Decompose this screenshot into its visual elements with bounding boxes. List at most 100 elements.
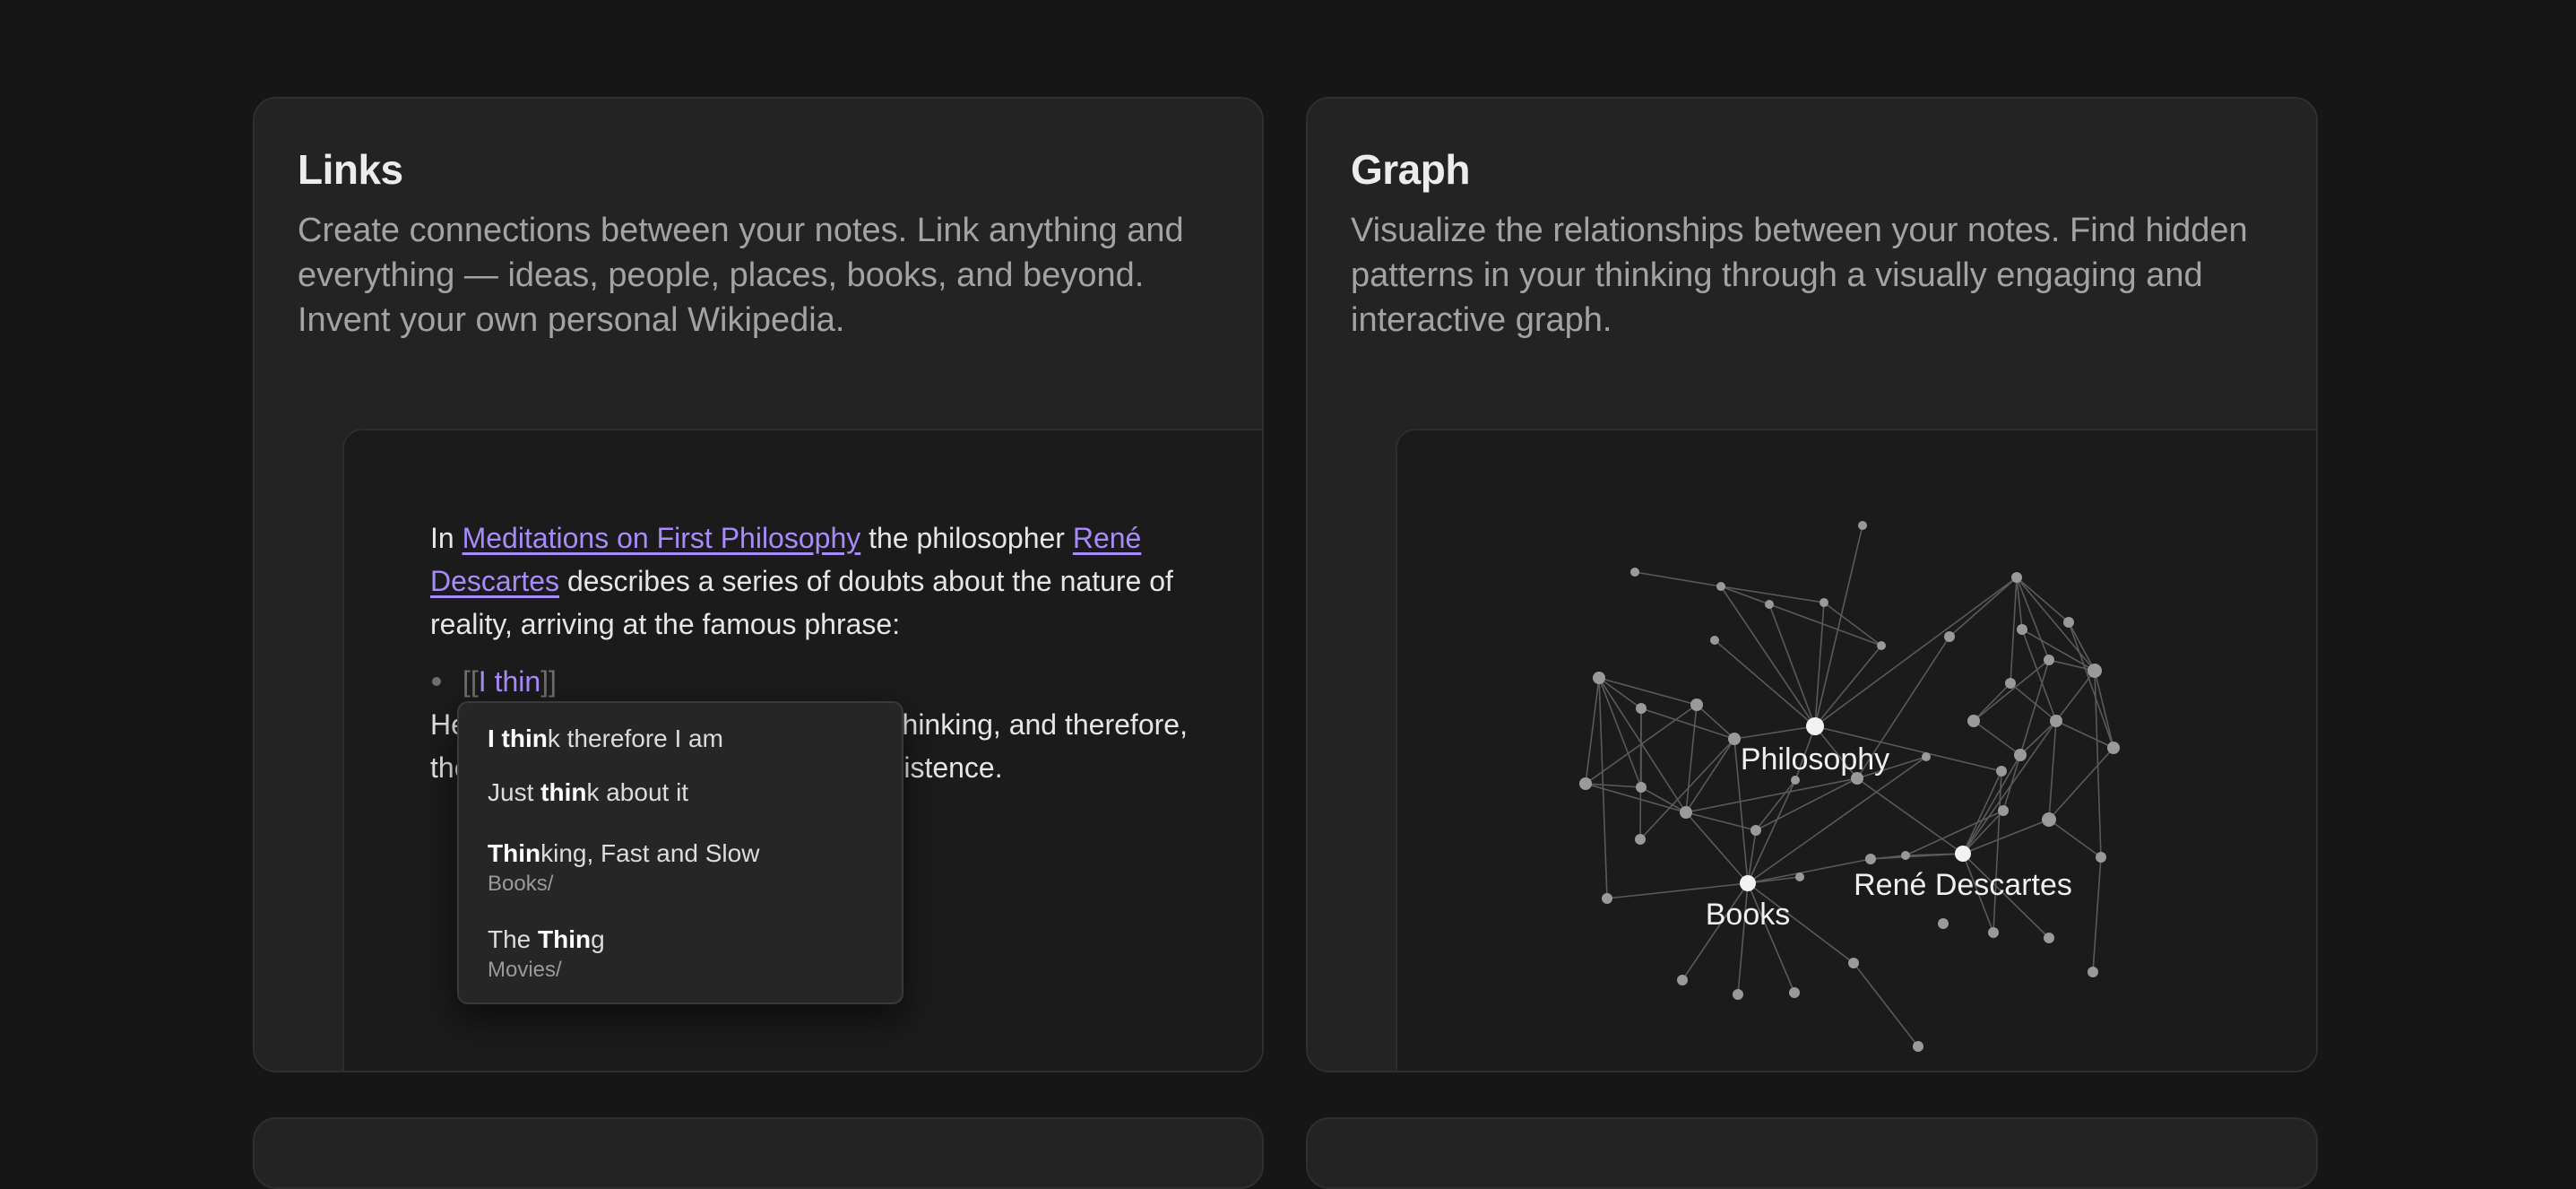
graph-node[interactable] [2042,812,2056,827]
graph-edge [1685,811,1749,884]
graph-edge [1640,786,1687,813]
graph-node[interactable] [1630,568,1639,577]
graph-node[interactable] [1944,631,1955,642]
graph-node[interactable] [1636,703,1647,714]
graph-edge [2048,819,2102,858]
graph-node[interactable] [1750,825,1761,836]
graph-edge [1685,738,1735,813]
graph-edge [1905,853,1964,856]
bullet-list-item[interactable]: [[I thin]] [430,660,1219,703]
graph-node[interactable] [2050,715,2062,727]
graph-node[interactable] [1765,600,1774,609]
graph-edge [1733,725,1816,740]
links-title: Links [298,146,403,193]
suggestion-item[interactable]: Just think about it [459,769,902,816]
graph-description: Visualize the relationships between your… [1351,212,2248,339]
graph-node[interactable] [1998,805,2009,816]
graph-node[interactable] [1938,918,1949,929]
graph-node[interactable] [1635,834,1646,845]
graph-node[interactable] [2096,852,2106,863]
graph-node[interactable] [1710,636,1719,645]
graph-label-books: Books [1706,898,1791,932]
graph-node[interactable] [2017,624,2027,635]
graph-node[interactable] [1922,752,1931,761]
graph-node[interactable] [1680,806,1692,819]
typed-link-text: I thin [478,665,541,698]
graph-node[interactable] [2063,617,2074,628]
suggestion-path: Books/ [488,872,554,896]
graph-node[interactable] [1865,854,1876,864]
suggestion-path: Movies/ [488,958,562,982]
graph-node[interactable] [1858,521,1867,530]
graph-node[interactable] [1690,699,1703,711]
graph-edge [1714,639,1816,727]
graph-node[interactable] [1988,927,1999,938]
graph-edge [1973,682,2011,722]
graph-hub-node[interactable] [1806,717,1824,735]
graph-node[interactable] [1848,958,1859,968]
graph-edge [2094,670,2102,858]
graph-node[interactable] [1996,766,2007,777]
suggestion-item[interactable]: I think therefore I am [459,716,902,762]
graph-edge [1962,720,2057,855]
graph-preview: Philosophy René Descartes Books [1396,429,2318,1072]
graph-title: Graph [1351,146,1470,193]
graph-view[interactable]: Philosophy René Descartes Books [1397,430,2318,1072]
graph-node[interactable] [1913,1041,1923,1052]
next-card-left [253,1117,1264,1189]
graph-node[interactable] [1716,582,1725,591]
graph-edge [2055,670,2096,722]
graph-hub-node[interactable] [1740,875,1756,891]
graph-node[interactable] [1593,672,1605,684]
graph-edge [1768,603,1816,727]
graph-node[interactable] [2011,572,2022,583]
graph-node[interactable] [2044,655,2054,665]
graph-edge [1639,738,1735,840]
graph-node[interactable] [2005,678,2016,689]
graph-node[interactable] [1602,893,1612,904]
graph-edge [1685,704,1698,813]
graph-edge [1905,810,2004,856]
link-meditations[interactable]: Meditations on First Philosophy [462,522,861,554]
graph-edge [1853,962,1919,1047]
graph-node[interactable] [1901,851,1910,860]
graph-edge [1639,707,1642,840]
graph-node[interactable] [1820,598,1828,607]
graph-edge [1755,777,1858,831]
graph-node[interactable] [2088,967,2098,977]
graph-node[interactable] [2044,933,2054,943]
bullet-dot-icon [432,677,441,686]
graph-edge [1696,704,1735,740]
graph-edge [2016,577,2070,623]
graph-edge [1720,586,1882,647]
graph-node[interactable] [1733,989,1743,1000]
graph-edge [1973,720,2021,756]
graph-feature-card: Graph Visualize the relationships betwee… [1306,97,2318,1072]
graph-node[interactable] [1967,715,1980,727]
graph-edge [1949,577,2018,638]
suggestion-item[interactable]: Thinking, Fast and Slow Books/ [459,830,902,902]
graph-node[interactable] [1728,733,1741,745]
graph-node[interactable] [1636,782,1647,793]
next-card-right [1306,1117,2318,1189]
link-suggestion-popup: I think therefore I am Just think about … [457,701,903,1004]
graph-node[interactable] [2107,742,2120,754]
graph-node[interactable] [1791,776,1800,785]
graph-edge [1962,754,2021,855]
graph-node[interactable] [2014,749,2027,761]
graph-edge [2068,621,2114,749]
graph-node[interactable] [1677,975,1688,985]
graph-node[interactable] [1579,777,1592,790]
graph-node[interactable] [1795,872,1804,881]
graph-edge [2016,577,2096,672]
graph-edge [2048,747,2114,820]
graph-node[interactable] [1789,987,1800,998]
graph-edge [1720,586,1825,603]
graph-edge [1634,571,1722,587]
graph-node[interactable] [1877,641,1886,650]
graph-node[interactable] [2088,664,2102,678]
graph-edge [1606,882,1749,899]
suggestion-item[interactable]: The Thing Movies/ [459,916,902,988]
graph-edge [2092,856,2102,973]
graph-hub-node[interactable] [1955,846,1971,862]
